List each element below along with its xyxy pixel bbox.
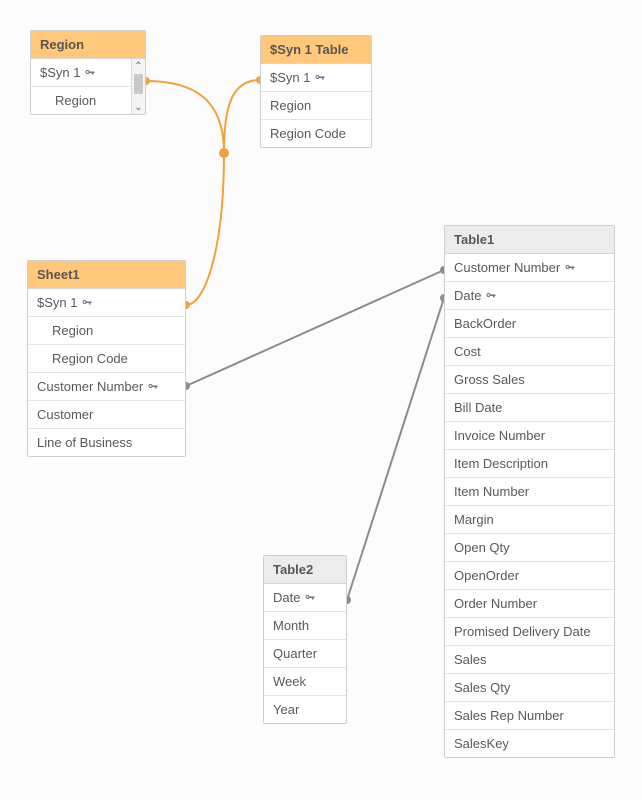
field-row[interactable]: Promised Delivery Date xyxy=(445,618,614,646)
table-title: Table1 xyxy=(445,226,614,254)
junction-node xyxy=(219,148,229,158)
field-row[interactable]: Item Description xyxy=(445,450,614,478)
field-label: Week xyxy=(273,674,306,689)
connector-junction-sheet1 xyxy=(186,153,224,305)
field-row[interactable]: Sales Rep Number xyxy=(445,702,614,730)
field-row[interactable]: Region Code xyxy=(28,345,185,373)
field-row[interactable]: Cost xyxy=(445,338,614,366)
field-row[interactable]: Region xyxy=(261,92,371,120)
field-label: Region Code xyxy=(52,351,128,366)
field-label: Sales xyxy=(454,652,487,667)
key-icon xyxy=(84,67,96,79)
field-label: Customer Number xyxy=(37,379,143,394)
scrollbar[interactable]: ⌃ ⌄ xyxy=(131,59,145,114)
field-label: $Syn 1 xyxy=(37,295,77,310)
field-label: Item Number xyxy=(454,484,529,499)
field-row[interactable]: OpenOrder xyxy=(445,562,614,590)
field-row[interactable]: Open Qty xyxy=(445,534,614,562)
key-icon xyxy=(314,72,326,84)
field-row[interactable]: SalesKey xyxy=(445,730,614,757)
field-label: SalesKey xyxy=(454,736,509,751)
field-label: Date xyxy=(454,288,481,303)
field-row[interactable]: $Syn 1 xyxy=(28,289,185,317)
field-row[interactable]: $Syn 1 xyxy=(261,64,371,92)
table-title: Table2 xyxy=(264,556,346,584)
field-label: Date xyxy=(273,590,300,605)
field-label: Region xyxy=(52,323,93,338)
field-label: Region xyxy=(270,98,311,113)
key-icon xyxy=(564,262,576,274)
field-label: BackOrder xyxy=(454,316,516,331)
field-label: Open Qty xyxy=(454,540,510,555)
field-label: Year xyxy=(273,702,299,717)
table-syn1table[interactable]: $Syn 1 Table $Syn 1 Region Region Code xyxy=(260,35,372,148)
field-label: Invoice Number xyxy=(454,428,545,443)
table-table1[interactable]: Table1 Customer Number Date BackOrder Cost G… xyxy=(444,225,615,758)
field-row[interactable]: Month xyxy=(264,612,346,640)
table-region[interactable]: Region $Syn 1 Region ⌃ ⌄ xyxy=(30,30,146,115)
field-row[interactable]: Order Number xyxy=(445,590,614,618)
field-label: Margin xyxy=(454,512,494,527)
field-label: Customer xyxy=(37,407,93,422)
connector-syn1-junction xyxy=(224,80,260,153)
field-row[interactable]: Bill Date xyxy=(445,394,614,422)
field-row[interactable]: Date xyxy=(264,584,346,612)
table-table2[interactable]: Table2 Date Month Quarter Week Year xyxy=(263,555,347,724)
field-row[interactable]: Margin xyxy=(445,506,614,534)
table-title: $Syn 1 Table xyxy=(261,36,371,64)
field-row[interactable]: Date xyxy=(445,282,614,310)
field-label: Quarter xyxy=(273,646,317,661)
field-row[interactable]: Week xyxy=(264,668,346,696)
field-label: Item Description xyxy=(454,456,548,471)
key-icon xyxy=(147,381,159,393)
field-row[interactable]: Customer Number xyxy=(445,254,614,282)
field-label: Region Code xyxy=(270,126,346,141)
field-label: Line of Business xyxy=(37,435,132,450)
scrollbar-thumb[interactable] xyxy=(134,74,143,94)
field-row[interactable]: Line of Business xyxy=(28,429,185,456)
field-label: Sales Rep Number xyxy=(454,708,564,723)
field-label: OpenOrder xyxy=(454,568,519,583)
field-row[interactable]: Region Code xyxy=(261,120,371,147)
field-label: Bill Date xyxy=(454,400,502,415)
connector-table2-table1 xyxy=(347,298,444,600)
key-icon xyxy=(81,297,93,309)
table-title: Region xyxy=(31,31,145,59)
field-row[interactable]: BackOrder xyxy=(445,310,614,338)
key-icon xyxy=(304,592,316,604)
field-label: $Syn 1 xyxy=(40,65,80,80)
field-row[interactable]: Customer xyxy=(28,401,185,429)
field-row[interactable]: $Syn 1 xyxy=(31,59,131,87)
connector-region-junction xyxy=(146,81,224,153)
field-row[interactable]: Item Number xyxy=(445,478,614,506)
field-label: Sales Qty xyxy=(454,680,510,695)
table-title: Sheet1 xyxy=(28,261,185,289)
field-row[interactable]: Year xyxy=(264,696,346,723)
field-label: Gross Sales xyxy=(454,372,525,387)
field-row[interactable]: Quarter xyxy=(264,640,346,668)
connector-sheet1-table1 xyxy=(186,270,444,386)
field-label: Cost xyxy=(454,344,481,359)
field-label: Customer Number xyxy=(454,260,560,275)
field-label: Region xyxy=(55,93,96,108)
field-row[interactable]: Region xyxy=(28,317,185,345)
key-icon xyxy=(485,290,497,302)
field-label: Month xyxy=(273,618,309,633)
scrollbar-up-button[interactable]: ⌃ xyxy=(132,59,145,73)
table-sheet1[interactable]: Sheet1 $Syn 1 Region Region Code Custome… xyxy=(27,260,186,457)
field-row[interactable]: Invoice Number xyxy=(445,422,614,450)
field-label: $Syn 1 xyxy=(270,70,310,85)
field-row[interactable]: Sales xyxy=(445,646,614,674)
field-label: Promised Delivery Date xyxy=(454,624,591,639)
field-row[interactable]: Customer Number xyxy=(28,373,185,401)
field-row[interactable]: Gross Sales xyxy=(445,366,614,394)
field-row[interactable]: Sales Qty xyxy=(445,674,614,702)
field-label: Order Number xyxy=(454,596,537,611)
field-row[interactable]: Region xyxy=(31,87,131,114)
scrollbar-down-button[interactable]: ⌄ xyxy=(132,100,145,114)
diagram-canvas: Region $Syn 1 Region ⌃ ⌄ $Syn 1 Table $S… xyxy=(0,0,642,800)
